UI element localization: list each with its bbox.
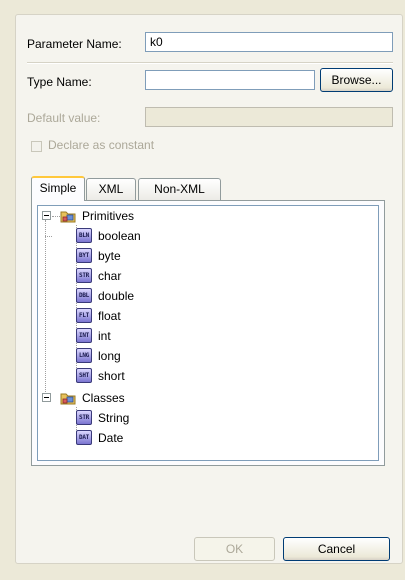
tree-item-label: long: [98, 349, 121, 363]
cancel-button[interactable]: Cancel: [283, 537, 390, 561]
tree-item-label: boolean: [98, 229, 141, 243]
double-type-icon: DBL: [76, 288, 92, 303]
tree-item-label: byte: [98, 249, 121, 263]
date-type-icon: DAT: [76, 430, 92, 445]
float-type-icon: FLT: [76, 308, 92, 323]
boolean-type-icon: BLN: [76, 228, 92, 243]
string-type-icon: STR: [76, 410, 92, 425]
tree-connector: [52, 216, 60, 217]
tree-item-label: double: [98, 289, 135, 303]
declare-constant-checkbox[interactable]: [31, 141, 42, 152]
long-type-icon: LNG: [76, 348, 92, 363]
collapse-icon[interactable]: [42, 211, 51, 220]
char-type-icon: STR: [76, 268, 92, 283]
tree-item-label: Date: [98, 431, 124, 445]
declare-constant-label: Declare as constant: [48, 138, 155, 152]
type-name-input[interactable]: [145, 70, 315, 90]
tab-xml[interactable]: XML: [86, 178, 136, 200]
browse-button[interactable]: Browse...: [320, 68, 393, 92]
type-name-label: Type Name:: [27, 75, 92, 89]
default-value-label: Default value:: [27, 111, 101, 125]
folder-types-icon: [60, 393, 76, 405]
parameter-name-label: Parameter Name:: [27, 37, 122, 51]
tab-non-xml[interactable]: Non-XML: [138, 178, 221, 200]
tree-item-label: int: [98, 329, 111, 343]
tab-simple[interactable]: Simple: [31, 176, 85, 201]
byte-type-icon: BYT: [76, 248, 92, 263]
type-tree[interactable]: Primitives BLN boolean BYT byte STR char…: [37, 205, 379, 461]
tree-connector: [45, 236, 52, 237]
tree-group-label: Primitives: [82, 209, 135, 223]
folder-types-icon: [60, 211, 76, 223]
simple-tab-panel: Primitives BLN boolean BYT byte STR char…: [31, 200, 385, 466]
tree-item-label: char: [98, 269, 122, 283]
parameter-name-input[interactable]: [145, 32, 393, 52]
tree-root-line: [45, 220, 46, 402]
ok-button[interactable]: OK: [194, 537, 275, 561]
separator: [27, 62, 393, 64]
collapse-icon[interactable]: [42, 393, 51, 402]
tree-item-label: short: [98, 369, 125, 383]
default-value-input[interactable]: [145, 107, 393, 127]
parameter-dialog: Parameter Name: Type Name: Browse... Def…: [0, 0, 405, 580]
tree-item-label: float: [98, 309, 121, 323]
tree-group-label: Classes: [82, 391, 125, 405]
int-type-icon: INT: [76, 328, 92, 343]
short-type-icon: SHT: [76, 368, 92, 383]
tree-item-label: String: [98, 411, 130, 425]
